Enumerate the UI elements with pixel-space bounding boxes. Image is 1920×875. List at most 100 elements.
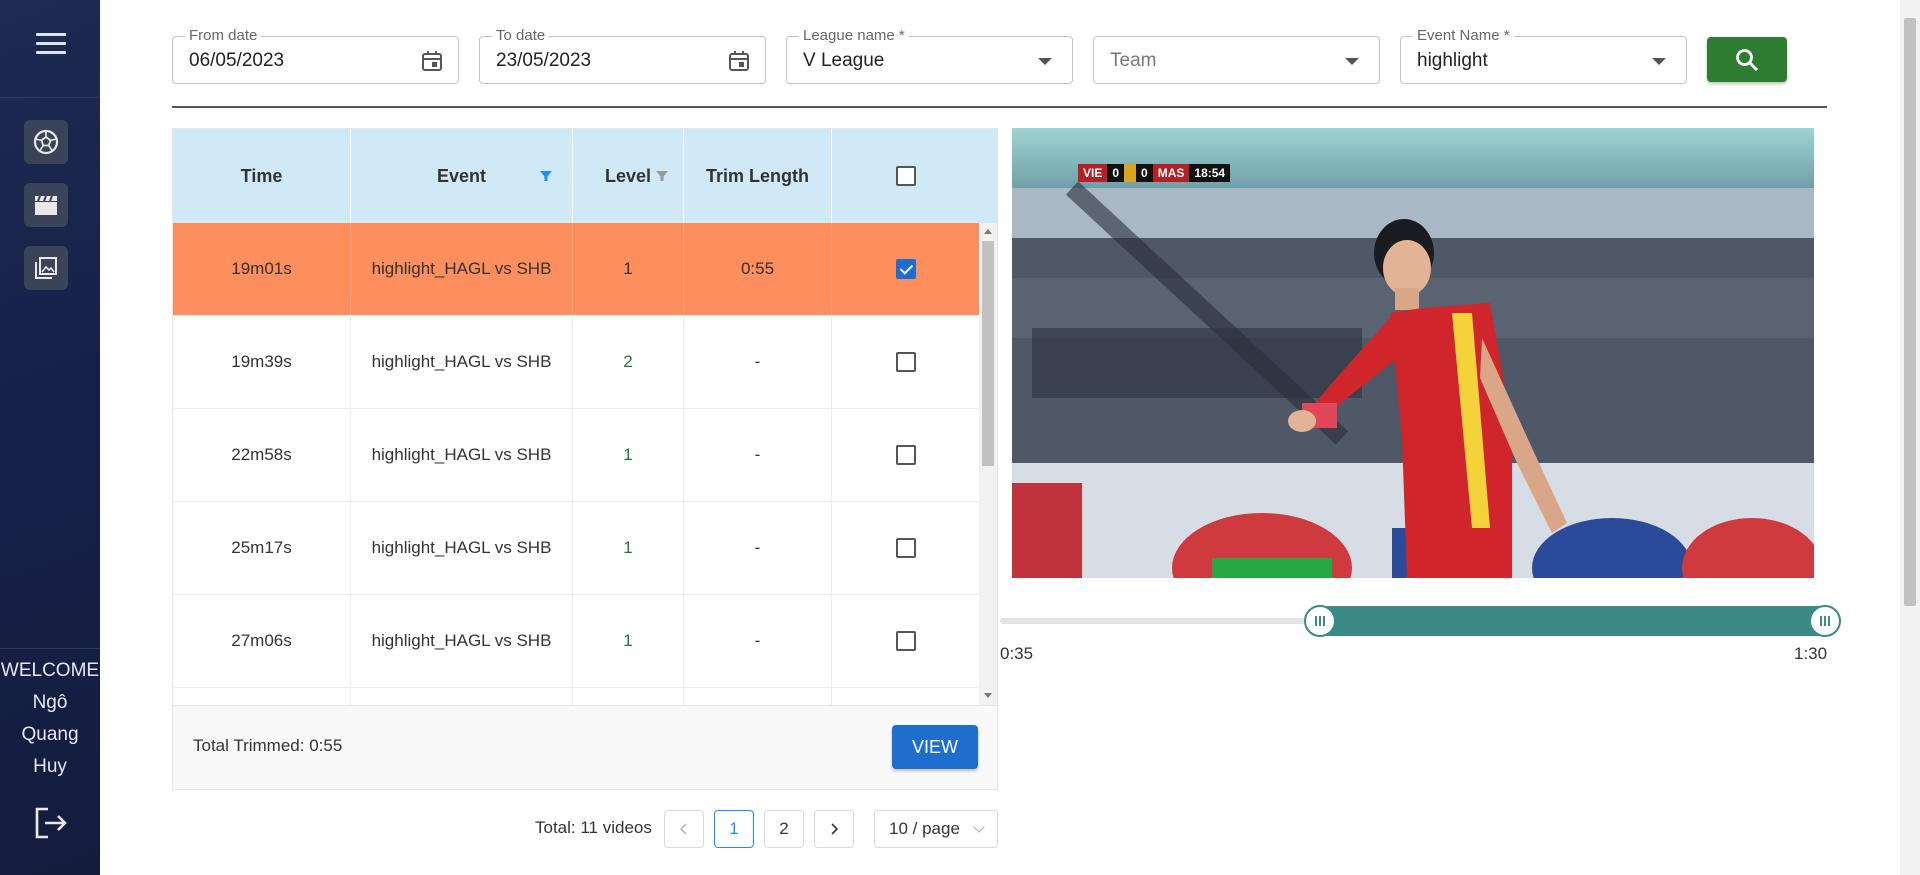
movie-clapper-icon[interactable]: [24, 183, 68, 227]
sidebar: WELCOME Ngô Quang Huy: [0, 0, 100, 875]
events-table: Time Event Level Trim Length 19m01s highl…: [172, 128, 998, 706]
page-1-button[interactable]: 1: [714, 810, 754, 848]
chevron-down-icon: [973, 821, 985, 833]
row-checkbox[interactable]: [895, 538, 916, 558]
scorebug-clock: 18:54: [1189, 164, 1231, 182]
select-all-checkbox[interactable]: [895, 166, 916, 186]
col-select-all[interactable]: [832, 129, 979, 223]
chevron-right-icon: [831, 823, 839, 835]
soccer-ball-icon[interactable]: [24, 120, 68, 164]
row-checkbox[interactable]: [895, 259, 916, 279]
col-event-label: Event: [436, 165, 487, 186]
menu-icon[interactable]: [36, 33, 66, 57]
cell-time: 19m01s: [173, 223, 351, 315]
total-trimmed: Total Trimmed: 0:55: [193, 736, 343, 755]
team-placeholder[interactable]: Team: [1110, 50, 1156, 72]
to-date-label: To date: [492, 27, 550, 44]
video-frame: [1012, 128, 1814, 578]
from-date-label: From date: [185, 27, 262, 44]
scorebug-away-score: 0: [1136, 164, 1153, 182]
col-level[interactable]: Level: [573, 129, 684, 223]
page-size-select[interactable]: 10 / page: [874, 810, 998, 848]
trim-slider-range[interactable]: [1320, 606, 1826, 636]
row-checkbox[interactable]: [895, 352, 916, 372]
scorebug: VIE 0 0 MAS 18:54: [1078, 164, 1231, 182]
video-player[interactable]: VIE 0 0 MAS 18:54: [1012, 128, 1814, 578]
prev-page-button[interactable]: [664, 810, 704, 848]
cell-event: highlight_HAGL vs SHB: [351, 316, 573, 408]
filter-icon[interactable]: [655, 169, 669, 183]
filter-icon[interactable]: [539, 169, 553, 183]
cell-select: [832, 223, 979, 315]
table-cell: [351, 688, 573, 705]
trim-end-handle[interactable]: [1809, 605, 1841, 637]
image-gallery-icon[interactable]: [24, 246, 68, 290]
table-row[interactable]: 25m17s highlight_HAGL vs SHB 1-: [173, 502, 979, 595]
welcome-label: WELCOME: [0, 660, 100, 681]
table-row[interactable]: 19m39s highlight_HAGL vs SHB 2-: [173, 316, 979, 409]
table-row[interactable]: 19m01s highlight_HAGL vs SHB 1 0:55: [173, 223, 979, 316]
chevron-down-icon[interactable]: [1345, 58, 1359, 65]
league-label: League name *: [799, 27, 909, 44]
league-value[interactable]: V League: [803, 50, 884, 72]
page-scroll-thumb[interactable]: [1904, 18, 1916, 606]
scroll-down-arrow[interactable]: [984, 693, 992, 698]
cell-time: 27m06s: [173, 595, 351, 687]
page-size-value: 10 / page: [889, 819, 960, 838]
scorebug-away: MAS: [1152, 164, 1190, 182]
from-date-field[interactable]: From date 06/05/2023: [172, 27, 459, 84]
col-event[interactable]: Event: [351, 129, 573, 223]
row-checkbox[interactable]: [895, 631, 916, 651]
calendar-icon[interactable]: [727, 49, 751, 73]
chevron-down-icon[interactable]: [1652, 58, 1666, 65]
search-button[interactable]: [1707, 37, 1787, 82]
col-time[interactable]: Time: [173, 129, 351, 223]
filter-divider: [172, 106, 1827, 108]
view-button[interactable]: VIEW: [892, 725, 978, 769]
scroll-thumb[interactable]: [982, 241, 994, 466]
scroll-up-arrow[interactable]: [984, 229, 992, 234]
sidebar-divider: [0, 97, 100, 98]
calendar-icon[interactable]: [420, 49, 444, 73]
chevron-left-icon: [679, 823, 687, 835]
user-name-first: Ngô: [32, 692, 68, 713]
event-name-label: Event Name *: [1413, 27, 1514, 44]
cell-level: 2: [573, 316, 684, 408]
table-footer: Total Trimmed: 0:55 VIEW: [172, 706, 998, 790]
scorebug-home: VIE: [1078, 164, 1108, 182]
team-select[interactable]: Team: [1093, 36, 1380, 84]
table-header: Time Event Level Trim Length: [173, 129, 979, 223]
cell-trim-length: 0:55: [684, 223, 832, 315]
cell-select: [832, 502, 979, 594]
cell-trim-length: -: [684, 595, 832, 687]
row-checkbox[interactable]: [895, 445, 916, 465]
next-page-button[interactable]: [814, 810, 854, 848]
from-date-value[interactable]: 06/05/2023: [189, 50, 284, 72]
league-select[interactable]: League name * V League: [786, 27, 1073, 84]
page-scrollbar[interactable]: [1900, 0, 1920, 875]
table-row[interactable]: 27m06s highlight_HAGL vs SHB 1-: [173, 595, 979, 688]
table-cell: [832, 688, 979, 705]
welcome-text: WELCOME Ngô Quang Huy: [0, 655, 100, 783]
cell-select: [832, 409, 979, 501]
page-2-button[interactable]: 2: [764, 810, 804, 848]
col-trim-length[interactable]: Trim Length: [684, 129, 832, 223]
cell-trim-length: -: [684, 316, 832, 408]
event-name-select[interactable]: Event Name * highlight: [1400, 27, 1687, 84]
cell-level: 1: [573, 223, 684, 315]
col-level-label: Level: [604, 165, 652, 186]
search-icon: [1736, 48, 1759, 71]
table-row[interactable]: 22m58s highlight_HAGL vs SHB 1-: [173, 409, 979, 502]
to-date-field[interactable]: To date 23/05/2023: [479, 27, 766, 84]
table-row[interactable]: [173, 688, 979, 705]
event-name-value[interactable]: highlight: [1417, 50, 1488, 72]
to-date-value[interactable]: 23/05/2023: [496, 50, 591, 72]
cell-level: 1: [573, 595, 684, 687]
chevron-down-icon[interactable]: [1038, 58, 1052, 65]
table-scrollbar[interactable]: [979, 223, 997, 705]
logout-icon[interactable]: [33, 805, 69, 841]
trophy-icon: [1124, 164, 1137, 182]
cell-trim-length: -: [684, 409, 832, 501]
trim-start-handle[interactable]: [1304, 605, 1336, 637]
sidebar-divider: [0, 648, 100, 649]
